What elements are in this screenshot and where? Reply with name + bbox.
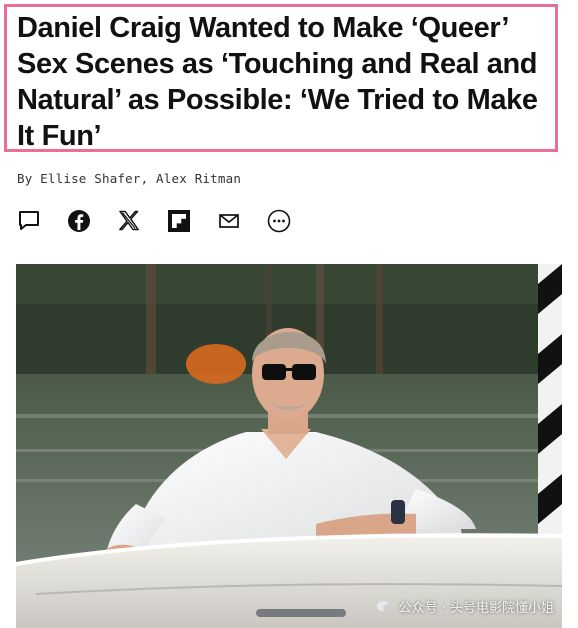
facebook-icon: [68, 210, 90, 232]
article-headline: Daniel Craig Wanted to Make ‘Queer’ Sex …: [17, 12, 538, 152]
wechat-icon: [376, 600, 393, 613]
comment-button[interactable]: [16, 208, 42, 234]
flipboard-share-button[interactable]: [166, 208, 192, 234]
share-bar: [16, 208, 316, 234]
facebook-share-button[interactable]: [66, 208, 92, 234]
x-share-button[interactable]: [116, 208, 142, 234]
comment-icon: [19, 211, 39, 230]
more-options-button[interactable]: [266, 208, 292, 234]
photo-watermark: 公众号 · 头号电影院懂小姐: [376, 597, 554, 616]
email-share-button[interactable]: [216, 208, 242, 234]
article-photo: 公众号 · 头号电影院懂小姐: [16, 264, 562, 628]
headline-highlight: Daniel Craig Wanted to Make ‘Queer’ Sex …: [4, 4, 558, 152]
watermark-text: 公众号 · 头号电影院懂小姐: [398, 601, 554, 616]
x-icon: [119, 210, 139, 231]
photo-illustration: [16, 264, 562, 628]
more-icon: [267, 209, 291, 233]
email-icon: [219, 214, 239, 228]
flipboard-icon: [168, 210, 190, 232]
article-byline[interactable]: By Ellise Shafer, Alex Ritman: [17, 171, 241, 186]
